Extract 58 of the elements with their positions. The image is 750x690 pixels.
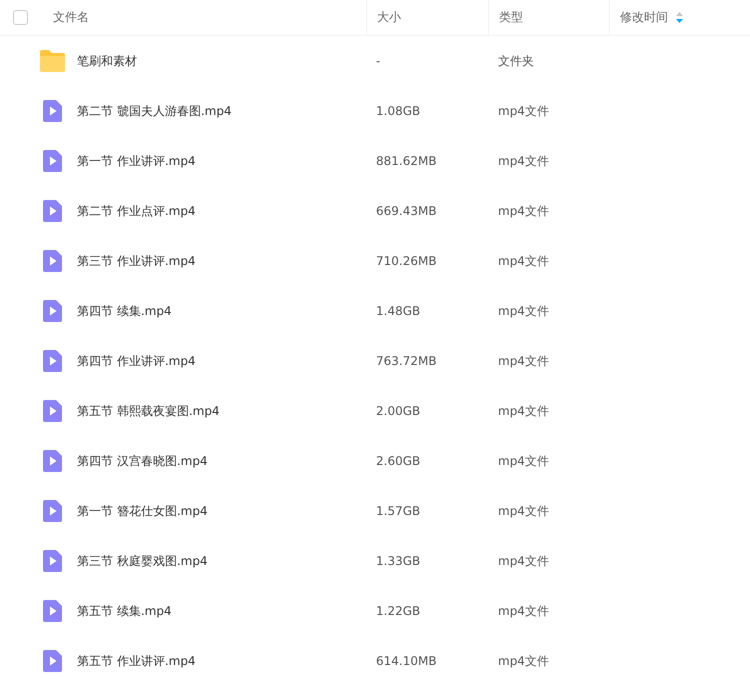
video-file-icon [40, 450, 65, 472]
file-name[interactable]: 第二节 作业点评.mp4 [77, 202, 196, 220]
file-size: 614.10MB [376, 654, 437, 668]
file-size: 1.57GB [376, 504, 420, 518]
file-size: 881.62MB [376, 154, 437, 168]
file-name[interactable]: 第三节 秋庭婴戏图.mp4 [77, 552, 208, 570]
file-type: 文件夹 [498, 52, 534, 70]
file-size: 1.33GB [376, 554, 420, 568]
file-size: - [376, 54, 380, 68]
select-all-checkbox[interactable] [12, 10, 28, 25]
video-file-icon [40, 100, 65, 122]
video-file-icon [40, 150, 65, 172]
file-type: mp4文件 [498, 252, 549, 270]
column-header[interactable]: 文件名 [53, 9, 89, 26]
file-size: 1.48GB [376, 304, 420, 318]
video-file-icon [40, 600, 65, 622]
video-file-icon [40, 300, 65, 322]
file-type: mp4文件 [498, 302, 549, 320]
file-size: 2.60GB [376, 454, 420, 468]
file-name[interactable]: 第五节 作业讲评.mp4 [77, 652, 196, 670]
file-size: 1.08GB [376, 104, 420, 118]
file-type: mp4文件 [498, 102, 549, 120]
file-name[interactable]: 第四节 作业讲评.mp4 [77, 352, 196, 370]
file-name[interactable]: 第四节 汉宫春晓图.mp4 [77, 452, 208, 470]
file-type: mp4文件 [498, 152, 549, 170]
file-name[interactable]: 笔刷和素材 [77, 52, 137, 70]
sort-icon[interactable] [676, 12, 683, 23]
file-size: 1.22GB [376, 604, 420, 618]
video-file-icon [40, 250, 65, 272]
file-name[interactable]: 第四节 续集.mp4 [77, 302, 172, 320]
file-type: mp4文件 [498, 452, 549, 470]
video-file-icon [40, 550, 65, 572]
file-name[interactable]: 第一节 簪花仕女图.mp4 [77, 502, 208, 520]
file-name[interactable]: 第二节 虢国夫人游春图.mp4 [77, 102, 232, 120]
video-file-icon [40, 200, 65, 222]
file-type: mp4文件 [498, 402, 549, 420]
file-size: 763.72MB [376, 354, 437, 368]
file-type: mp4文件 [498, 652, 549, 670]
file-type: mp4文件 [498, 202, 549, 220]
column-header[interactable]: 修改时间 [620, 9, 668, 26]
file-size: 2.00GB [376, 404, 420, 418]
file-name[interactable]: 第五节 续集.mp4 [77, 602, 172, 620]
folder-icon [40, 50, 65, 72]
file-name[interactable]: 第五节 韩熙载夜宴图.mp4 [77, 402, 220, 420]
video-file-icon [40, 400, 65, 422]
file-type: mp4文件 [498, 352, 549, 370]
file-name[interactable]: 第三节 作业讲评.mp4 [77, 252, 196, 270]
video-file-icon [40, 500, 65, 522]
file-type: mp4文件 [498, 502, 549, 520]
column-header[interactable]: 大小 [377, 9, 401, 26]
file-type: mp4文件 [498, 602, 549, 620]
file-size: 669.43MB [376, 204, 437, 218]
file-size: 710.26MB [376, 254, 437, 268]
video-file-icon [40, 350, 65, 372]
file-name[interactable]: 第一节 作业讲评.mp4 [77, 152, 196, 170]
file-type: mp4文件 [498, 552, 549, 570]
video-file-icon [40, 650, 65, 672]
column-header[interactable]: 类型 [499, 9, 523, 26]
